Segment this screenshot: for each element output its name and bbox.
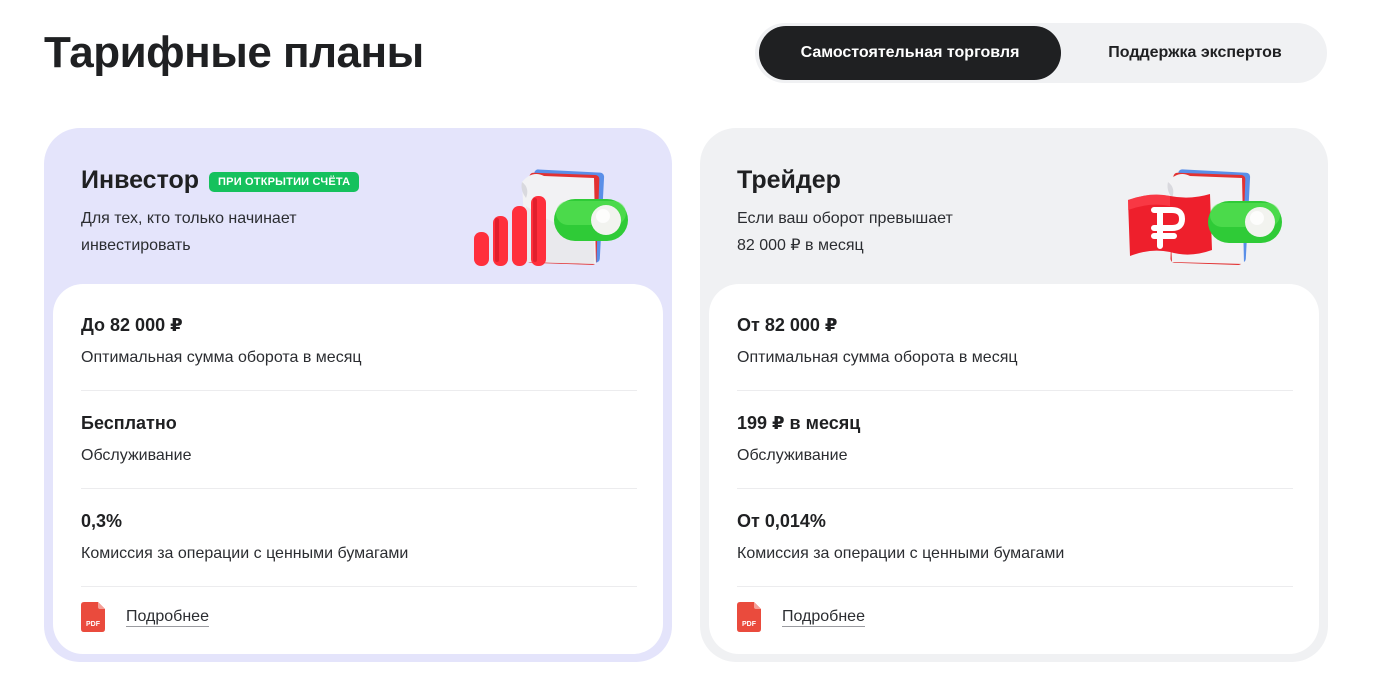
plan-title: Инвестор	[81, 166, 200, 194]
plan-row-label: Оптимальная сумма оборота в месяц	[737, 349, 1018, 366]
plan-card-details: До 82 000 ₽ Оптимальная сумма оборота в …	[53, 284, 663, 654]
plan-subtitle-line: 82 000 ₽ в месяц	[737, 237, 864, 254]
pdf-icon-text: PDF	[742, 621, 757, 628]
plan-row-label: Обслуживание	[81, 447, 192, 464]
details-link-row[interactable]: PDF Подробнее	[737, 602, 865, 632]
plan-subtitle: Если ваш оборот превышает 82 000 ₽ в мес…	[737, 205, 1117, 259]
plan-row-label: Комиссия за операции с ценными бумагами	[737, 545, 1065, 562]
plan-row-service: Бесплатно Обслуживание	[81, 412, 637, 466]
plan-row-value: Бесплатно	[81, 413, 177, 433]
divider	[81, 390, 637, 391]
bar-chart-toggle-icon	[472, 166, 642, 270]
plan-subtitle: Для тех, кто только начинает инвестирова…	[81, 205, 461, 259]
tab-self-trading[interactable]: Самостоятельная торговля	[759, 26, 1061, 80]
plan-row-value: 199 ₽ в месяц	[737, 413, 861, 433]
plan-card-investor: Инвестор ПРИ ОТКРЫТИИ СЧЁТА Для тех, кто…	[44, 128, 672, 662]
details-link-row[interactable]: PDF Подробнее	[81, 602, 209, 632]
plan-card-header: Трейдер Если ваш оборот превышает 82 000…	[737, 166, 1117, 259]
plan-type-switcher: Самостоятельная торговля Поддержка экспе…	[755, 23, 1327, 83]
pdf-icon: PDF	[81, 602, 107, 632]
pdf-icon: PDF	[737, 602, 763, 632]
plan-card-details: От 82 000 ₽ Оптимальная сумма оборота в …	[709, 284, 1319, 654]
promo-badge: ПРИ ОТКРЫТИИ СЧЁТА	[209, 171, 360, 192]
plan-row-value: От 82 000 ₽	[737, 315, 838, 335]
plan-row-commission: 0,3% Комиссия за операции с ценными бума…	[81, 510, 637, 564]
pdf-icon-text: PDF	[86, 621, 101, 628]
plan-row-value: До 82 000 ₽	[81, 315, 183, 335]
plan-row-value: От 0,014%	[737, 511, 826, 531]
plan-card-trader: Трейдер Если ваш оборот превышает 82 000…	[700, 128, 1328, 662]
plan-row-value: 0,3%	[81, 511, 123, 531]
tab-expert-support[interactable]: Поддержка экспертов	[1067, 26, 1323, 80]
page-title: Тарифные планы	[44, 28, 424, 77]
divider	[737, 586, 1293, 587]
plan-card-header: Инвестор ПРИ ОТКРЫТИИ СЧЁТА Для тех, кто…	[81, 166, 461, 259]
plan-row-label: Обслуживание	[737, 447, 848, 464]
divider	[81, 488, 637, 489]
plan-row-label: Оптимальная сумма оборота в месяц	[81, 349, 362, 366]
details-link[interactable]: Подробнее	[782, 608, 865, 626]
plan-row-service: 199 ₽ в месяц Обслуживание	[737, 412, 1293, 466]
plan-subtitle-line: Для тех, кто только начинает	[81, 210, 297, 227]
divider	[737, 488, 1293, 489]
plan-row-label: Комиссия за операции с ценными бумагами	[81, 545, 409, 562]
plan-row-commission: От 0,014% Комиссия за операции с ценными…	[737, 510, 1293, 564]
ruble-flag-toggle-icon	[1124, 166, 1294, 270]
plan-subtitle-line: Если ваш оборот превышает	[737, 210, 953, 227]
plan-title: Трейдер	[737, 166, 841, 194]
details-link[interactable]: Подробнее	[126, 608, 209, 626]
plan-row-turnover: От 82 000 ₽ Оптимальная сумма оборота в …	[737, 314, 1293, 368]
plan-subtitle-line: инвестировать	[81, 237, 191, 254]
divider	[737, 390, 1293, 391]
divider	[81, 586, 637, 587]
plan-row-turnover: До 82 000 ₽ Оптимальная сумма оборота в …	[81, 314, 637, 368]
